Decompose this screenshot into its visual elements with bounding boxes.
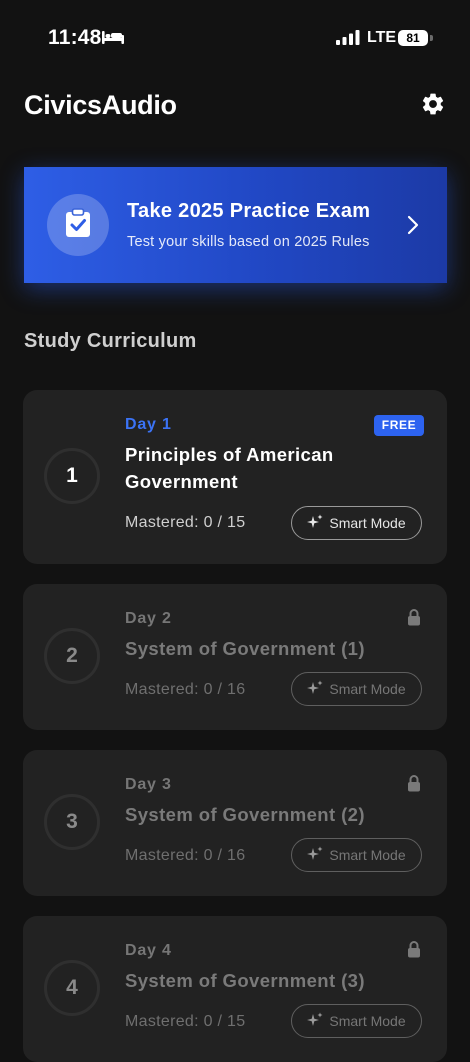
smart-mode-button[interactable]: Smart Mode xyxy=(291,838,422,872)
network-type: LTE xyxy=(367,29,397,46)
app-title: CivicsAudio xyxy=(24,90,177,120)
smart-mode-label: Smart Mode xyxy=(329,1013,406,1029)
mastered-count: Mastered: 0 / 16 xyxy=(125,681,246,698)
section-title: Study Curriculum xyxy=(24,330,197,352)
sparkles-icon xyxy=(307,680,323,699)
day-title: System of Government (3) xyxy=(125,970,365,991)
smart-mode-button[interactable]: Smart Mode xyxy=(291,1004,422,1038)
gear-icon xyxy=(420,91,446,122)
battery-nub xyxy=(430,35,433,41)
day-card-3[interactable]: 3 Day 3 System of Government (2) Mastere… xyxy=(23,750,447,896)
day-label: Day 3 xyxy=(125,776,172,793)
smart-mode-label: Smart Mode xyxy=(329,515,406,531)
cellular-signal-icon xyxy=(336,30,360,50)
day-label: Day 2 xyxy=(125,610,172,627)
smart-mode-button[interactable]: Smart Mode xyxy=(291,506,422,540)
sparkles-icon xyxy=(307,846,323,865)
day-number-circle: 4 xyxy=(44,960,100,1016)
day-title: Principles of American Government xyxy=(125,444,334,492)
mastered-count: Mastered: 0 / 16 xyxy=(125,847,246,864)
day-number-circle: 3 xyxy=(44,794,100,850)
exam-banner-title: Take 2025 Practice Exam xyxy=(127,200,371,222)
free-badge: FREE xyxy=(374,415,424,436)
day-title: System of Government (2) xyxy=(125,804,365,825)
exam-icon-container xyxy=(47,194,109,256)
smart-mode-button[interactable]: Smart Mode xyxy=(291,672,422,706)
lock-icon xyxy=(407,775,421,797)
sparkles-icon xyxy=(307,514,323,533)
day-number-circle: 2 xyxy=(44,628,100,684)
status-time: 11:48 xyxy=(48,26,102,49)
exam-banner-subtitle: Test your skills based on 2025 Rules xyxy=(127,234,370,250)
mastered-count: Mastered: 0 / 15 xyxy=(125,514,246,531)
smart-mode-label: Smart Mode xyxy=(329,847,406,863)
day-card-4[interactable]: 4 Day 4 System of Government (3) Mastere… xyxy=(23,916,447,1062)
sleep-focus-icon xyxy=(102,30,124,49)
mastered-count: Mastered: 0 / 15 xyxy=(125,1013,246,1030)
day-number-circle: 1 xyxy=(44,448,100,504)
chevron-right-icon xyxy=(407,215,419,240)
smart-mode-label: Smart Mode xyxy=(329,681,406,697)
lock-icon xyxy=(407,941,421,963)
status-bar: 11:48 LTE 81 xyxy=(0,0,470,76)
settings-button[interactable] xyxy=(419,92,447,120)
practice-exam-banner[interactable]: Take 2025 Practice Exam Test your skills… xyxy=(24,167,447,283)
day-card-1[interactable]: 1 Day 1 FREE Principles of American Gove… xyxy=(23,390,447,564)
sparkles-icon xyxy=(307,1012,323,1031)
day-label: Day 1 xyxy=(125,416,172,433)
battery-indicator: 81 xyxy=(398,30,428,46)
lock-icon xyxy=(407,609,421,631)
day-title: System of Government (1) xyxy=(125,638,365,659)
day-label: Day 4 xyxy=(125,942,172,959)
clipboard-check-icon xyxy=(64,207,92,243)
day-card-2[interactable]: 2 Day 2 System of Government (1) Mastere… xyxy=(23,584,447,730)
